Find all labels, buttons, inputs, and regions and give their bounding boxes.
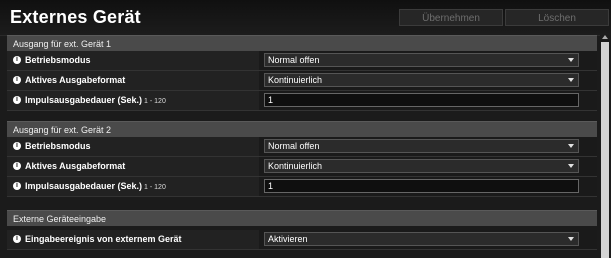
field-label: Betriebsmodus bbox=[25, 141, 91, 151]
row-pulse-duration-1: i Impulsausgabedauer (Sek.) 1 - 120 1 bbox=[7, 91, 597, 111]
row-output-format-2: i Aktives Ausgabeformat Kontinuierlich bbox=[7, 157, 597, 177]
row-input-event: i Eingabeereignis von externem Gerät Akti… bbox=[7, 230, 597, 250]
field-label: Impulsausgabedauer (Sek.) bbox=[25, 181, 143, 191]
row-operating-mode-2: i Betriebsmodus Normal offen bbox=[7, 137, 597, 157]
pulse-duration-input-2[interactable]: 1 bbox=[264, 179, 579, 193]
operating-mode-select-2[interactable]: Normal offen bbox=[264, 139, 579, 153]
delete-button[interactable]: Löschen bbox=[505, 9, 609, 26]
chevron-down-icon bbox=[568, 78, 574, 82]
range-hint: 1 - 120 bbox=[144, 184, 166, 191]
field-label: Aktives Ausgabeformat bbox=[25, 75, 126, 85]
output-format-select-1[interactable]: Kontinuierlich bbox=[264, 73, 579, 87]
info-icon[interactable]: i bbox=[13, 75, 21, 84]
info-icon[interactable]: i bbox=[13, 234, 21, 243]
chevron-down-icon bbox=[568, 58, 574, 62]
scrollbar-thumb[interactable] bbox=[601, 42, 609, 258]
row-output-format-1: i Aktives Ausgabeformat Kontinuierlich bbox=[7, 71, 597, 91]
row-operating-mode-1: i Betriebsmodus Normal offen bbox=[7, 51, 597, 71]
chevron-down-icon bbox=[568, 164, 574, 168]
section-header-external-input: Externe Geräteeingabe bbox=[7, 210, 597, 226]
field-label: Betriebsmodus bbox=[25, 55, 91, 65]
range-hint: 1 - 120 bbox=[144, 98, 166, 105]
info-icon[interactable]: i bbox=[13, 161, 21, 170]
field-label: Impulsausgabedauer (Sek.) bbox=[25, 95, 143, 105]
chevron-down-icon bbox=[568, 237, 574, 241]
page-title: Externes Gerät bbox=[10, 7, 141, 27]
scroll-up-icon[interactable] bbox=[602, 35, 608, 39]
pulse-duration-input-1[interactable]: 1 bbox=[264, 93, 579, 107]
apply-button[interactable]: Übernehmen bbox=[399, 9, 503, 26]
chevron-down-icon bbox=[568, 144, 574, 148]
info-icon[interactable]: i bbox=[13, 55, 21, 64]
field-label: Aktives Ausgabeformat bbox=[25, 161, 126, 171]
operating-mode-select-1[interactable]: Normal offen bbox=[264, 53, 579, 67]
field-label: Eingabeereignis von externem Gerät bbox=[25, 234, 182, 244]
info-icon[interactable]: i bbox=[13, 181, 21, 190]
row-pulse-duration-2: i Impulsausgabedauer (Sek.) 1 - 120 1 bbox=[7, 177, 597, 197]
section-header-output-1: Ausgang für ext. Gerät 1 bbox=[7, 35, 597, 51]
settings-panel: Ausgang für ext. Gerät 1 i Betriebsmodus … bbox=[7, 35, 597, 258]
input-event-select[interactable]: Aktivieren bbox=[264, 232, 579, 246]
info-icon[interactable]: i bbox=[13, 141, 21, 150]
output-format-select-2[interactable]: Kontinuierlich bbox=[264, 159, 579, 173]
title-bar: Externes Gerät Übernehmen Löschen bbox=[0, 0, 611, 36]
section-header-output-2: Ausgang für ext. Gerät 2 bbox=[7, 121, 597, 137]
info-icon[interactable]: i bbox=[13, 95, 21, 104]
